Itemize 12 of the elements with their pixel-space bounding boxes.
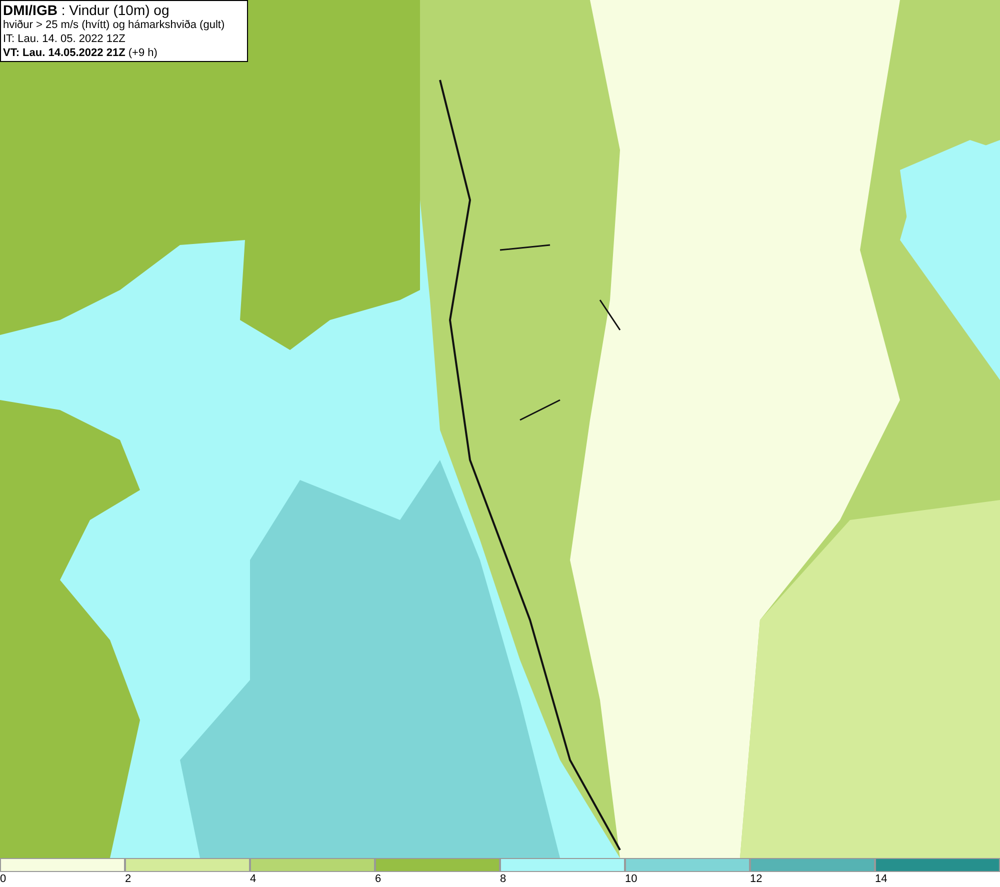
info-text: DMI/IGB : Vindur (10m) og [3,2,170,18]
info-text: hviður > 25 m/s (hvítt) og hámarkshviða (gult) [3,18,226,32]
legend-label: 14 [875,872,888,886]
legend-label: 10 [625,872,638,886]
legend-label: 0 [0,872,6,886]
info-text: VT: Lau. 14.05.2022 21Z (+9 h) [3,46,158,60]
legend-label: 8 [500,872,506,886]
legend-label: 4 [250,872,256,886]
legend-label: 6 [375,872,382,886]
legend-label: 12 [750,872,762,886]
info-text: IT: Lau. 14. 05. 2022 12Z [3,32,126,46]
legend-label: 2 [125,872,132,886]
